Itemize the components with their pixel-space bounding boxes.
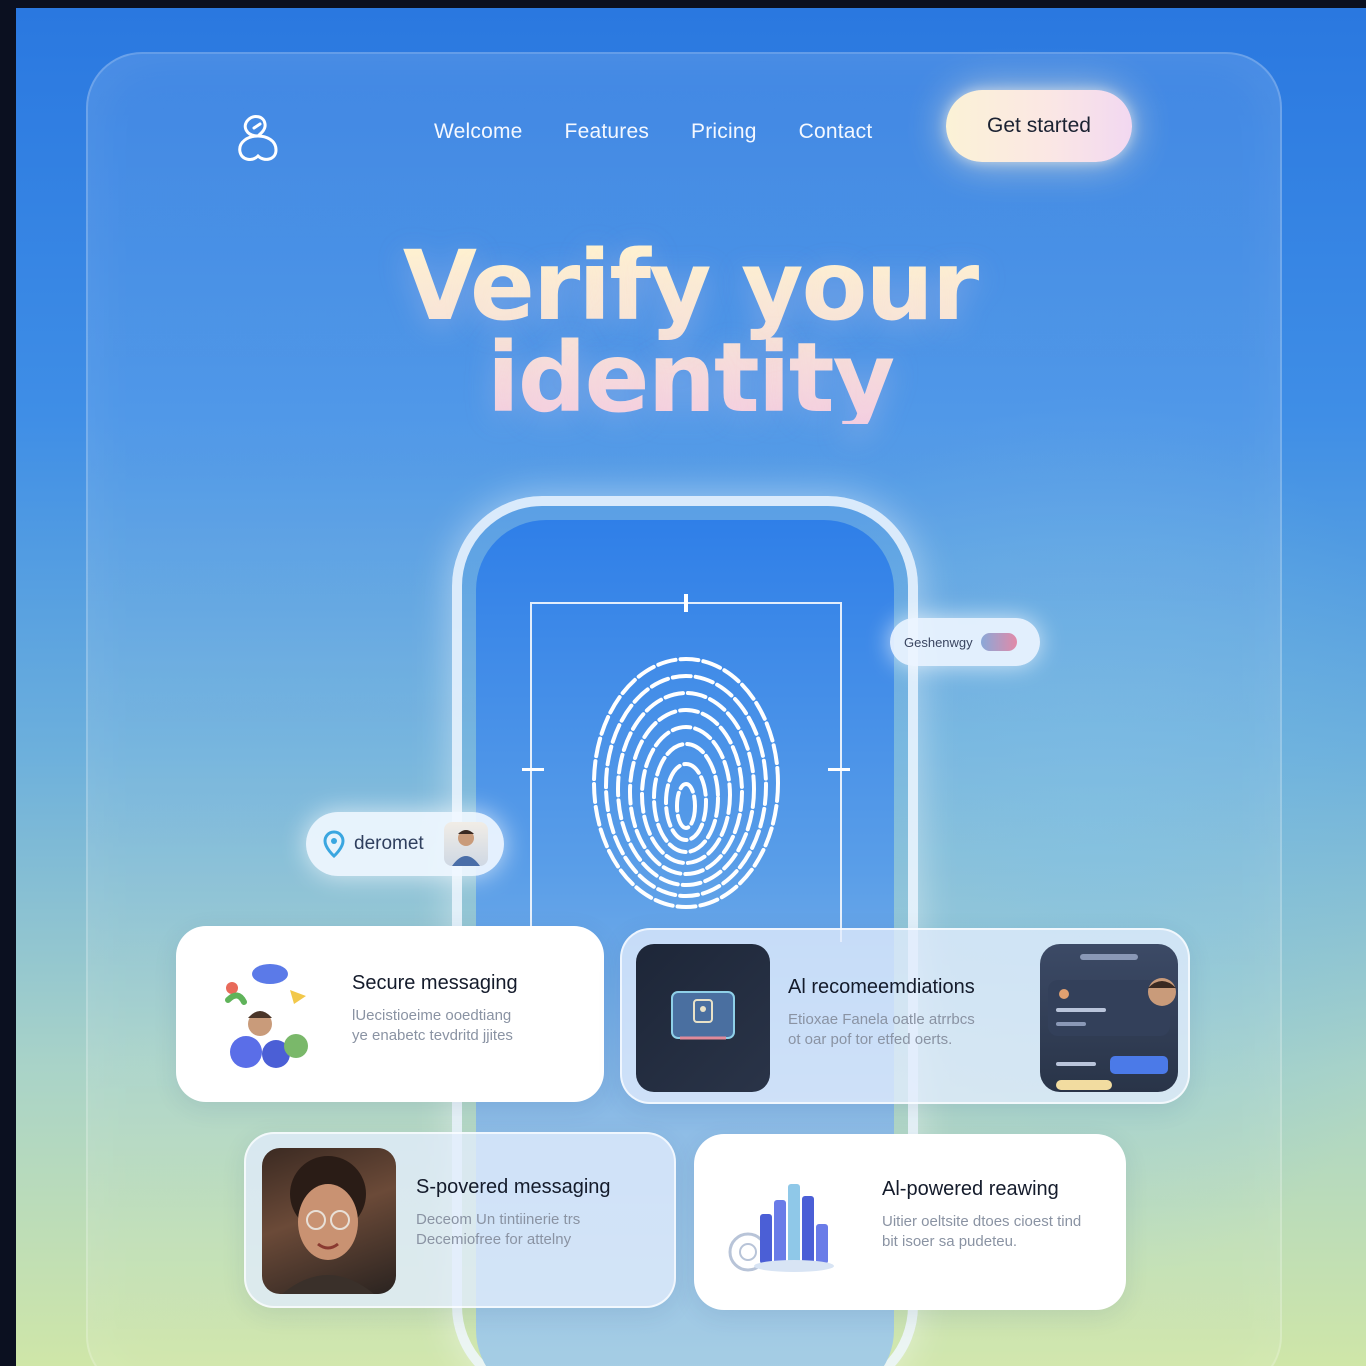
- scan-tick-left: [522, 768, 544, 771]
- scan-tick-right: [828, 768, 850, 771]
- card-secure-messaging[interactable]: Secure messaging lUecistioeime ooedtiang…: [176, 926, 604, 1102]
- card-desc: lUecistioeime ooedtiang ye enabetc tevdr…: [352, 1007, 513, 1044]
- card-thumbnail: [636, 944, 770, 1092]
- user-chip[interactable]: deromet: [306, 812, 504, 876]
- card-desc: Uitier oeltsite dtoes cioest tind bit is…: [882, 1213, 1082, 1250]
- nav-pricing[interactable]: Pricing: [691, 120, 757, 144]
- nav-contact[interactable]: Contact: [799, 120, 873, 144]
- card-desc: Etioxae Fanela oatle atrrbcs ot oar pof …: [788, 1011, 975, 1048]
- top-nav: Welcome Features Pricing Contact: [434, 120, 872, 144]
- status-chip-badge: [980, 633, 1017, 651]
- user-chip-label: deromet: [354, 833, 424, 854]
- preview-screen: [1040, 944, 1178, 1092]
- status-chip[interactable]: Geshenwgy: [890, 618, 1040, 666]
- messaging-illustration-icon: [225, 964, 308, 1068]
- status-chip-label: Geshenwgy: [904, 634, 973, 650]
- card-s-powered-messaging[interactable]: S-povered messaging Deceom Un tintiineri…: [244, 1132, 676, 1308]
- card-title: S-povered messaging: [416, 1176, 611, 1198]
- card-title: Al-powered reawing: [882, 1178, 1059, 1200]
- card-desc: Deceom Un tintiinerie trs Decemiofree fo…: [416, 1211, 581, 1248]
- nav-welcome[interactable]: Welcome: [434, 120, 523, 144]
- scan-tick-top: [684, 594, 688, 612]
- hero-line-2: identity: [486, 322, 895, 434]
- bar-illustration-icon: [728, 1184, 834, 1272]
- location-pin-icon: [323, 830, 345, 858]
- card-title: Secure messaging: [352, 972, 518, 994]
- portrait-photo: [262, 1148, 396, 1294]
- card-title: Al recomeemdiations: [788, 976, 975, 998]
- logo-icon[interactable]: [232, 108, 284, 164]
- avatar: [444, 822, 488, 866]
- card-ai-recommendations[interactable]: Al recomeemdiations Etioxae Fanela oatle…: [620, 928, 1190, 1104]
- hero-title: Verify your identity: [300, 238, 1080, 426]
- nav-features[interactable]: Features: [565, 120, 649, 144]
- fingerprint-icon[interactable]: [586, 652, 786, 914]
- card-ai-powered-reawing[interactable]: Al-powered reawing Uitier oeltsite dtoes…: [694, 1134, 1126, 1310]
- get-started-button[interactable]: Get started: [946, 90, 1132, 162]
- device-icon: [671, 991, 735, 1040]
